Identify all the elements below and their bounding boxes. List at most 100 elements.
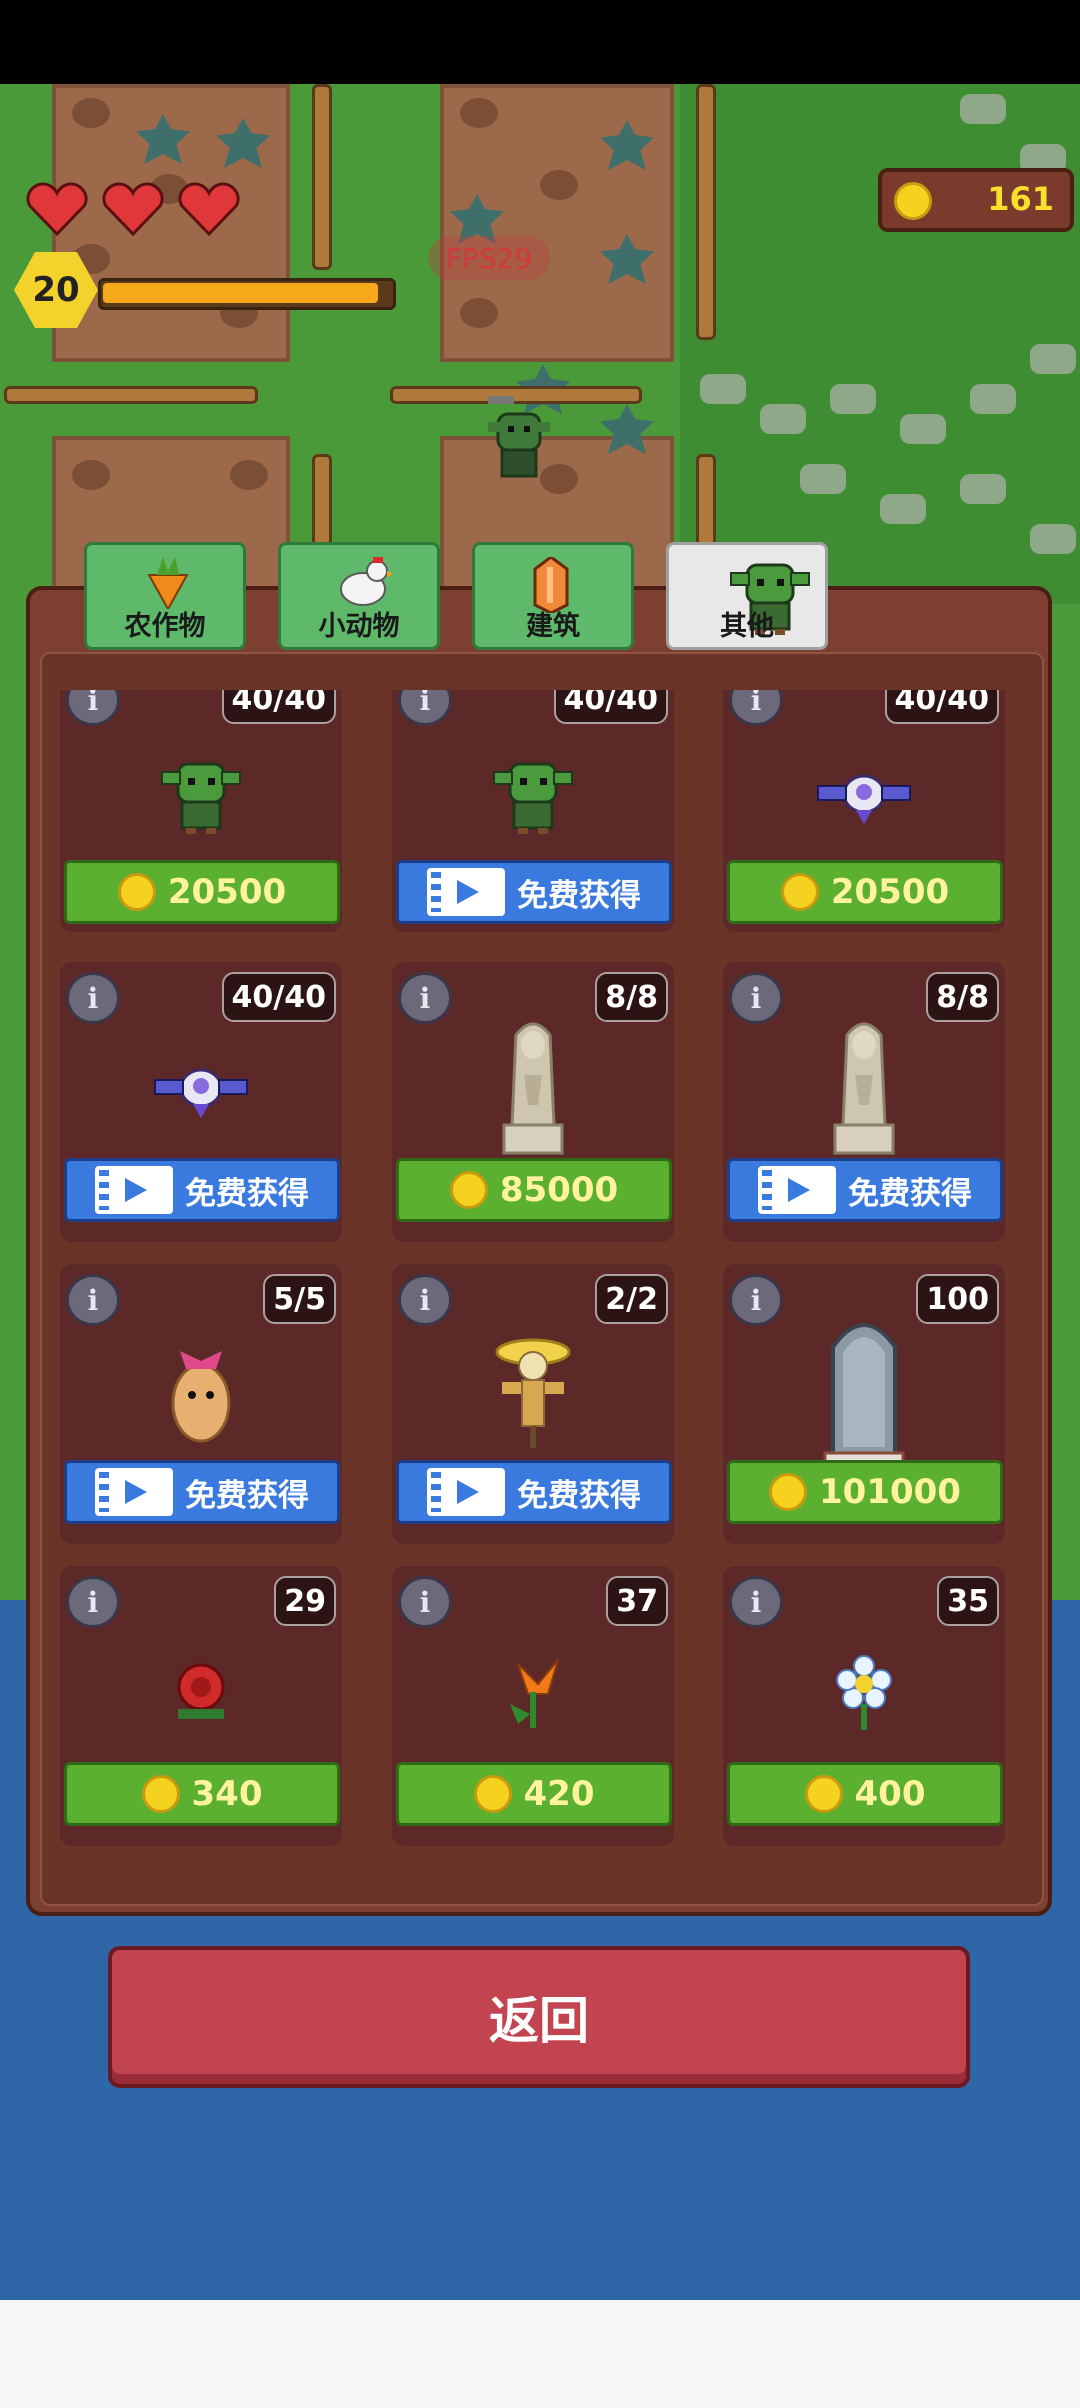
tab-label: 小动物 [318, 611, 400, 642]
info-icon[interactable]: i [398, 1576, 452, 1628]
price-label: 400 [854, 1774, 926, 1814]
price-label: 20500 [167, 872, 287, 912]
scarecrow-icon [488, 1332, 578, 1452]
crop [72, 98, 110, 128]
goblin-icon [488, 756, 578, 836]
stone-path [1030, 344, 1076, 374]
statue-icon [488, 1015, 578, 1165]
shop-item-card[interactable]: i 2/2 免费获得 [392, 1264, 674, 1544]
item-count-badge: 8/8 [926, 972, 999, 1022]
coin-icon [769, 1473, 808, 1511]
item-count-badge: 100 [916, 1274, 999, 1324]
xp-bar-fill [103, 283, 378, 303]
info-icon[interactable]: i [66, 1576, 120, 1628]
info-icon[interactable]: i [729, 1576, 783, 1628]
fps-counter: FPS29 [428, 236, 550, 280]
stone-path [970, 384, 1016, 414]
free-label: 免费获得 [185, 1477, 309, 1514]
tab-carrot[interactable]: 农作物 [84, 542, 246, 650]
navigation-bar-area [0, 2300, 1080, 2408]
price-label: 340 [191, 1774, 263, 1814]
stone-path [830, 384, 876, 414]
tab-goblin[interactable]: 其他 [666, 542, 828, 650]
stone-path [1030, 524, 1076, 554]
crop [72, 460, 110, 490]
buy-button[interactable]: 400 [727, 1762, 1003, 1826]
free-label: 免费获得 [848, 1175, 972, 1212]
tab-label: 农作物 [124, 611, 206, 642]
price-label: 101000 [819, 1472, 961, 1512]
price-label: 20500 [830, 872, 950, 912]
shop-item-card[interactable]: i 37 420 [392, 1566, 674, 1846]
info-icon[interactable]: i [729, 1274, 783, 1326]
watch-ad-button[interactable]: 免费获得 [396, 860, 672, 924]
red-rose-icon [166, 1659, 236, 1729]
watch-ad-button[interactable]: 免费获得 [396, 1460, 672, 1524]
stone-path [960, 94, 1006, 124]
fence [4, 386, 258, 404]
item-count-badge: 35 [937, 1576, 999, 1626]
info-icon[interactable]: i [66, 1274, 120, 1326]
coin-icon [117, 873, 156, 911]
shop-item-card[interactable]: i 100 101000 [723, 1264, 1005, 1544]
goblin-farmer[interactable] [484, 396, 554, 486]
white-daisy-icon [829, 1654, 899, 1734]
shop-item-card[interactable]: i 29 340 [60, 1566, 342, 1846]
heart-icon [102, 182, 164, 237]
watch-ad-button[interactable]: 免费获得 [727, 1158, 1003, 1222]
video-icon [427, 868, 505, 916]
item-count-badge: 2/2 [595, 1274, 668, 1324]
tab-chicken[interactable]: 小动物 [278, 542, 440, 650]
crop [540, 170, 578, 200]
heart-icon [26, 182, 88, 237]
potato-girl-icon [156, 1337, 246, 1447]
info-icon[interactable]: i [729, 972, 783, 1024]
buy-button[interactable]: 420 [396, 1762, 672, 1826]
info-icon[interactable]: i [66, 972, 120, 1024]
coin-total: 161 [987, 180, 1054, 218]
info-icon[interactable]: i [398, 1274, 452, 1326]
watch-ad-button[interactable]: 免费获得 [64, 1460, 340, 1524]
status-bar [0, 0, 1080, 84]
free-label: 免费获得 [517, 877, 641, 914]
item-count-badge: 37 [606, 1576, 668, 1626]
info-icon[interactable]: i [398, 972, 452, 1024]
level-value: 20 [32, 270, 80, 310]
shop-item-card[interactable]: i 35 400 [723, 1566, 1005, 1846]
price-label: 85000 [499, 1170, 619, 1210]
item-count-badge: 5/5 [263, 1274, 336, 1324]
stone-path [700, 374, 746, 404]
watch-ad-button[interactable]: 免费获得 [64, 1158, 340, 1222]
item-count-badge: 40/40 [221, 972, 336, 1022]
stone-path [760, 404, 806, 434]
buy-button[interactable]: 20500 [727, 860, 1003, 924]
crystal-pillar-icon [531, 555, 581, 615]
shop-item-card[interactable]: i 8/8 免费获得 [723, 962, 1005, 1242]
shop-item-card[interactable]: i 5/5 免费获得 [60, 1264, 342, 1544]
coin-counter: 161 [878, 168, 1074, 232]
goblin-icon [725, 557, 810, 635]
shop-item-card[interactable]: i 40/40 免费获得 [60, 962, 342, 1242]
shop-item-card[interactable]: i 8/8 85000 [392, 962, 674, 1242]
crop [230, 460, 268, 490]
drone-icon [814, 764, 914, 828]
video-icon [95, 1166, 173, 1214]
coin-icon [449, 1171, 488, 1209]
crop [460, 298, 498, 328]
buy-button[interactable]: 85000 [396, 1158, 672, 1222]
free-label: 免费获得 [185, 1175, 309, 1212]
free-label: 免费获得 [517, 1477, 641, 1514]
stone-path [900, 414, 946, 444]
back-button[interactable]: 返回 [108, 1946, 970, 2088]
video-icon [427, 1468, 505, 1516]
tab-crystal-pillar[interactable]: 建筑 [472, 542, 634, 650]
buy-button[interactable]: 20500 [64, 860, 340, 924]
buy-button[interactable]: 101000 [727, 1460, 1003, 1524]
coin-icon [894, 182, 932, 220]
stone-path [960, 474, 1006, 504]
tab-label: 建筑 [526, 611, 580, 642]
buy-button[interactable]: 340 [64, 1762, 340, 1826]
crop [460, 98, 498, 128]
bird-of-paradise-icon [498, 1654, 568, 1734]
coin-icon [780, 873, 819, 911]
